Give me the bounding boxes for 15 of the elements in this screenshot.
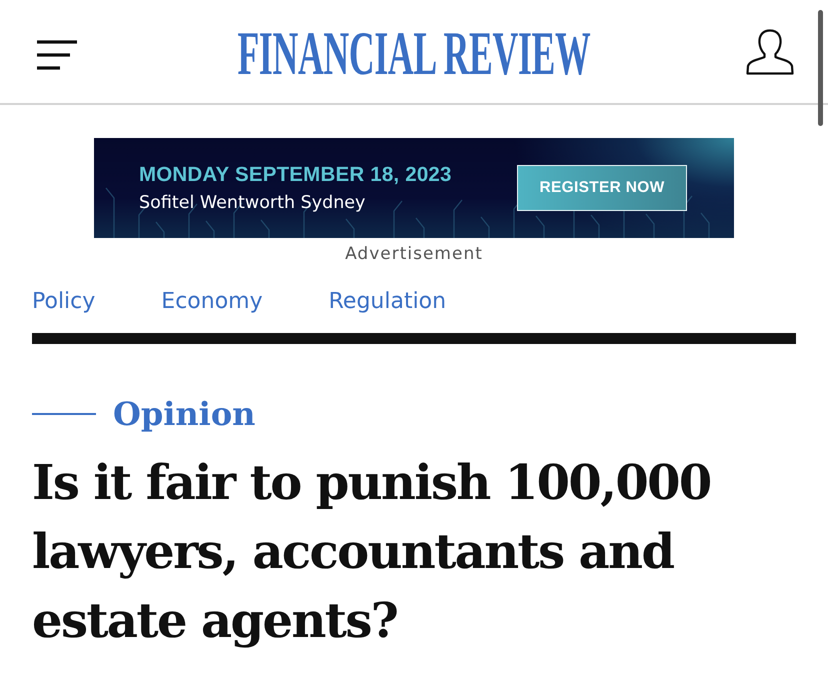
section-link[interactable]: Regulation	[328, 289, 446, 314]
section-link[interactable]: Policy	[32, 289, 96, 314]
menu-icon[interactable]	[36, 39, 78, 71]
section-link[interactable]: Economy	[161, 289, 263, 314]
ad-banner[interactable]: MONDAY SEPTEMBER 18, 2023 Sofitel Wentworth Sydney REGISTER NOW	[94, 138, 734, 238]
scrollbar[interactable]	[818, 10, 823, 126]
event-venue: Sofitel Wentworth Sydney	[139, 193, 366, 213]
advertisement-label: Advertisement	[345, 244, 483, 264]
article-headline: Is it fair to punish 100,000 lawyers, accountants and estate agents?	[32, 454, 712, 651]
event-date: MONDAY SEPTEMBER 18, 2023	[139, 163, 452, 187]
kicker-rule	[32, 413, 96, 415]
register-button[interactable]: REGISTER NOW	[517, 165, 687, 211]
user-icon[interactable]	[746, 28, 794, 74]
category-link[interactable]: Opinion	[113, 395, 256, 433]
site-logo[interactable]: FINANCIAL REVIEW	[238, 22, 590, 84]
